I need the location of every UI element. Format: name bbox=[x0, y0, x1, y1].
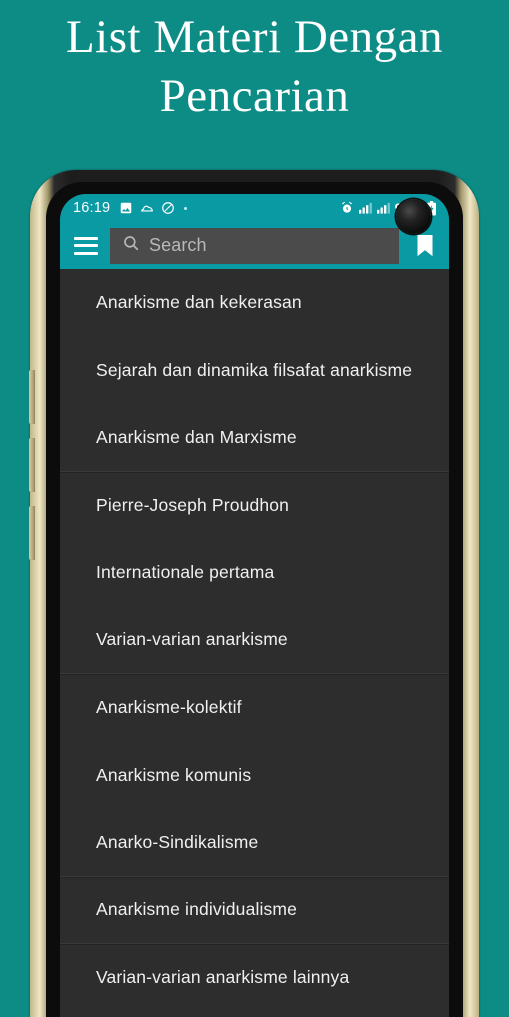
page-title: List Materi Dengan Pencarian bbox=[65, 11, 444, 122]
status-bar-clock: 16:19 bbox=[73, 200, 111, 216]
list-item-label: Pierre-Joseph Proudhon bbox=[96, 494, 289, 515]
list-item[interactable]: Anarkisme komunis bbox=[60, 742, 449, 810]
list-item-label: Anarkisme komunis bbox=[96, 764, 252, 785]
list-item[interactable]: Anarkisme dan kekerasan bbox=[60, 269, 449, 337]
list-item[interactable]: Pierre-Joseph Proudhon bbox=[60, 472, 449, 540]
phone-frame: 16:19 Search Anarkisme dan kekerasan Sej… bbox=[46, 182, 463, 1017]
list-item-label: Anarkisme-kolektif bbox=[96, 697, 242, 718]
phone-mockup: 16:19 Search Anarkisme dan kekerasan Sej… bbox=[29, 170, 479, 1017]
list-item-label: Varian-varian anarkisme lainnya bbox=[96, 967, 350, 988]
list-item[interactable]: Internationale pertama bbox=[60, 539, 449, 607]
list-item-label: Anarko-Sindikalisme bbox=[96, 831, 259, 852]
image-icon bbox=[119, 201, 133, 215]
front-camera-punch-hole bbox=[396, 199, 431, 234]
phone-screen: 16:19 Search Anarkisme dan kekerasan Sej… bbox=[60, 194, 449, 1017]
materi-list[interactable]: Anarkisme dan kekerasan Sejarah dan dinam… bbox=[60, 269, 449, 1017]
phone-side-button-volume-down[interactable] bbox=[29, 438, 35, 492]
list-item-label: Varian-varian anarkisme bbox=[96, 629, 288, 650]
dot-icon bbox=[184, 206, 188, 210]
list-item[interactable]: Anarkisme dan Marxisme bbox=[60, 404, 449, 472]
status-bar: 16:19 bbox=[60, 194, 449, 234]
bookmark-icon[interactable] bbox=[411, 234, 439, 258]
shield-block-icon bbox=[161, 201, 175, 215]
list-item-label: Anarkisme individualisme bbox=[96, 899, 298, 920]
list-item-label: Internationale pertama bbox=[96, 562, 275, 583]
alarm-icon bbox=[340, 201, 354, 215]
list-item-label: Anarkisme dan kekerasan bbox=[96, 292, 302, 313]
status-bar-notification-icons bbox=[119, 201, 188, 215]
list-item-label: Anarkisme dan Marxisme bbox=[96, 426, 297, 447]
list-item[interactable]: Varian-varian anarkisme bbox=[60, 607, 449, 674]
phone-side-button-power[interactable] bbox=[29, 506, 35, 560]
search-input-placeholder: Search bbox=[149, 235, 207, 255]
cloud-icon bbox=[140, 201, 154, 215]
phone-side-button-volume-up[interactable] bbox=[29, 370, 35, 424]
search-input[interactable]: Search bbox=[110, 227, 399, 264]
search-icon bbox=[122, 234, 140, 257]
list-item[interactable]: Anarkisme individualisme bbox=[60, 877, 449, 944]
list-item[interactable]: Anarko-Sindikalisme bbox=[60, 809, 449, 877]
list-item-label: Sejarah dan dinamika filsafat anarkisme bbox=[96, 359, 413, 380]
app-toolbar: Search bbox=[60, 222, 449, 269]
list-item[interactable]: Sejarah dan dinamika filsafat anarkisme bbox=[60, 337, 449, 405]
signal-bars-icon bbox=[358, 202, 372, 214]
list-item[interactable]: Anarkisme-kolektif bbox=[60, 674, 449, 742]
hamburger-menu-icon[interactable] bbox=[74, 236, 98, 255]
signal-bars-icon bbox=[376, 202, 390, 214]
list-item[interactable]: Varian-varian anarkisme lainnya bbox=[60, 944, 449, 1012]
